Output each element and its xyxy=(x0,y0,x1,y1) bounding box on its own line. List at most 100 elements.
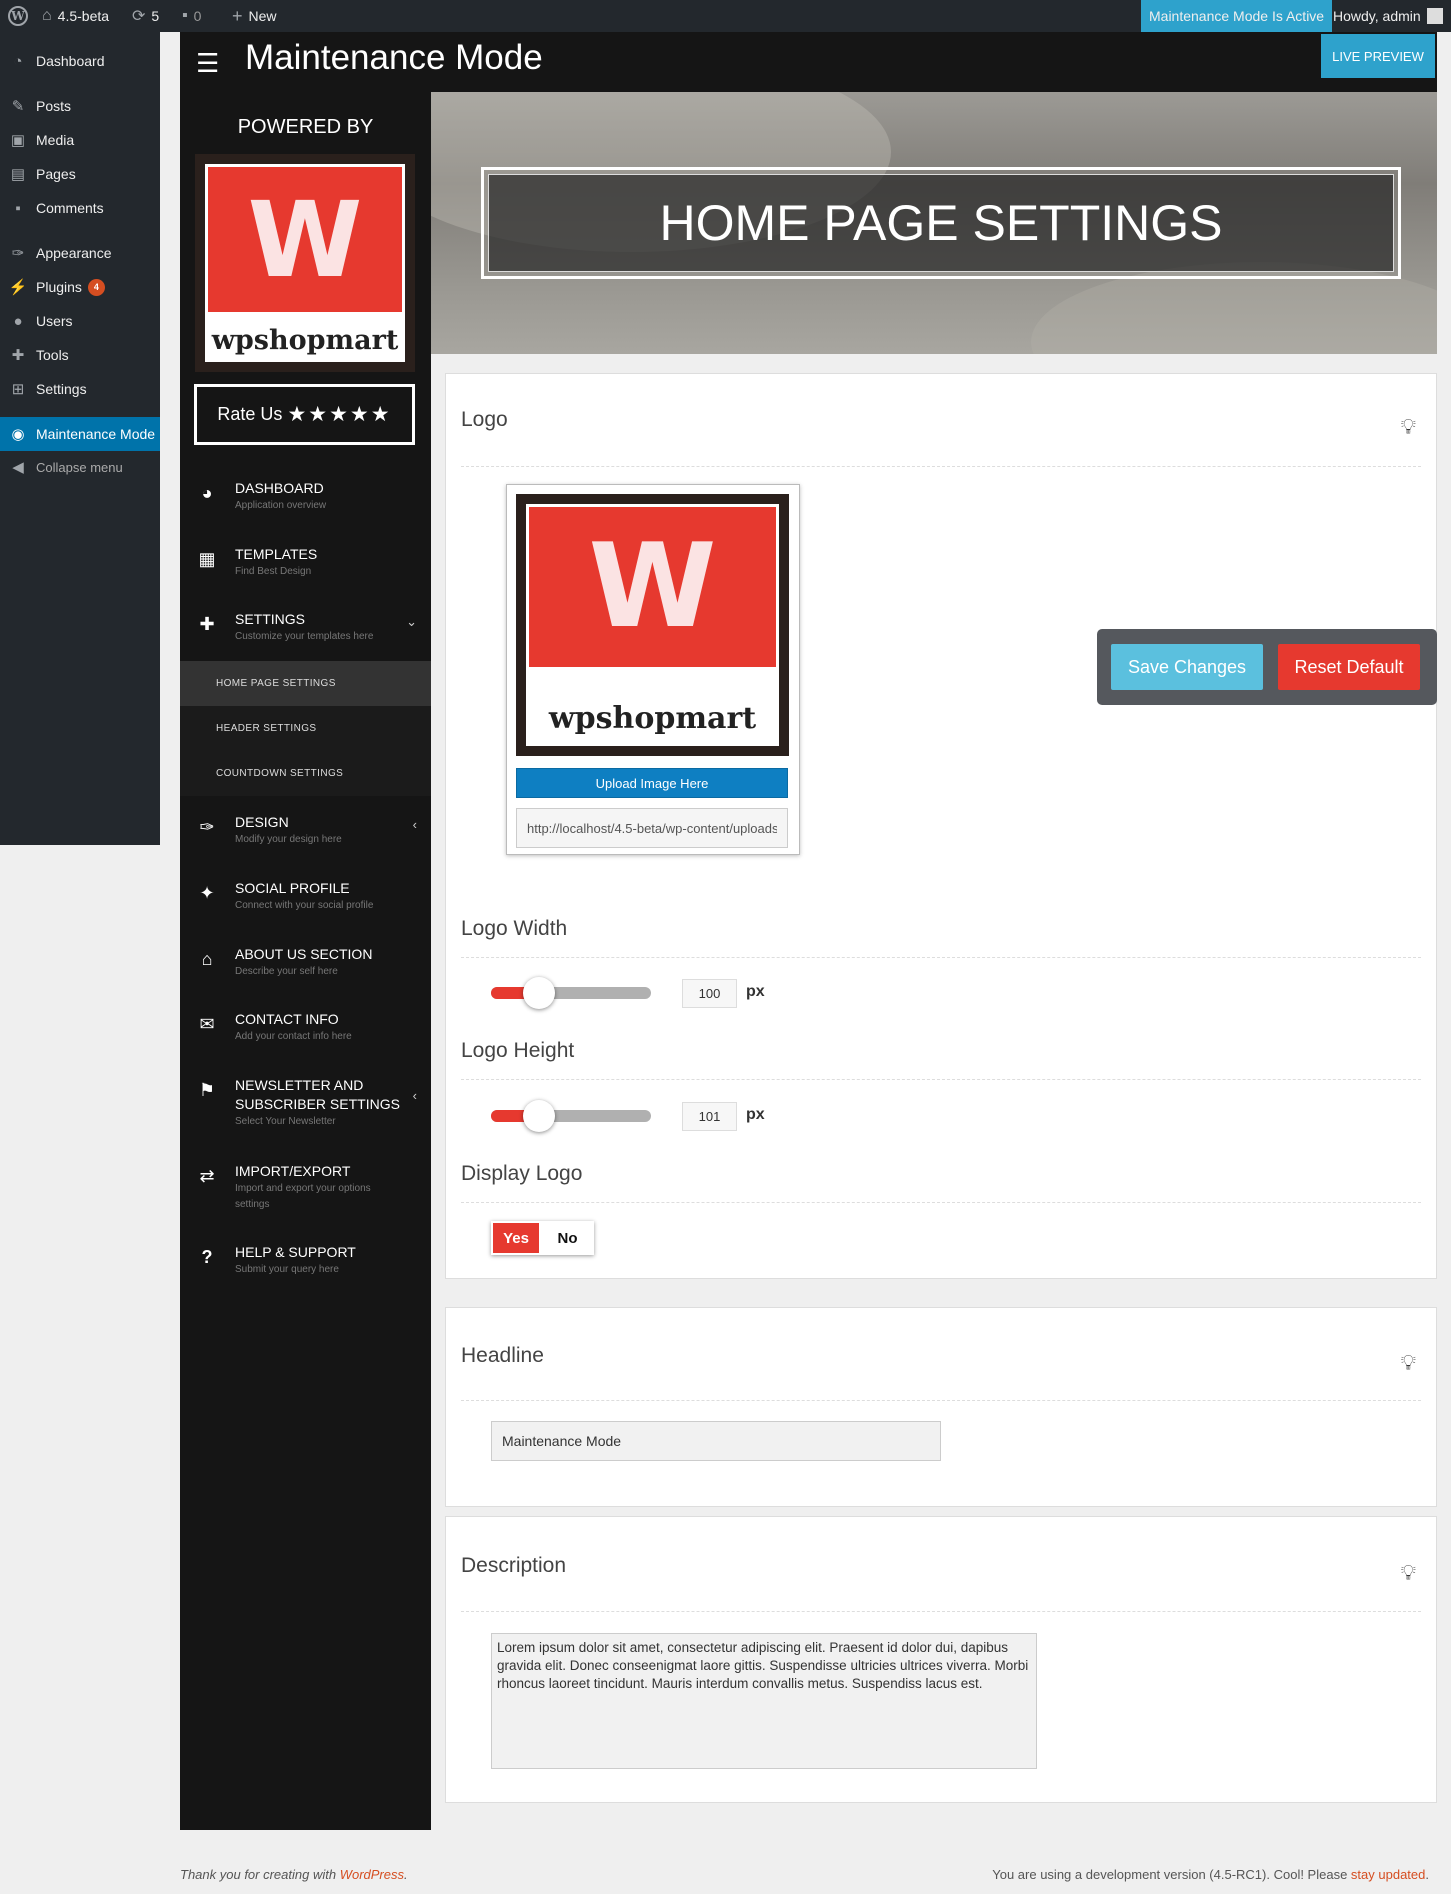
description-textarea[interactable]: Lorem ipsum dolor sit amet, consectetur … xyxy=(491,1633,1037,1769)
banner-title: HOME PAGE SETTINGS xyxy=(488,174,1394,272)
maintenance-active-badge[interactable]: Maintenance Mode Is Active xyxy=(1141,0,1333,32)
save-changes-button[interactable]: Save Changes xyxy=(1111,644,1263,690)
brush-icon: ✑ xyxy=(11,245,25,262)
menu-item-pages[interactable]: ▤ Pages xyxy=(0,157,160,191)
logo-width-unit: px xyxy=(746,983,765,1000)
updates-link[interactable]: ⟳ 5 xyxy=(132,0,159,32)
user-icon: ● xyxy=(13,312,23,330)
avatar xyxy=(1426,8,1443,24)
headline-section-title: Headline xyxy=(461,1344,544,1367)
lightbulb-icon[interactable]: 💡︎ xyxy=(1401,1560,1416,1586)
wrench-icon: ✚ xyxy=(11,347,25,364)
refresh-icon: ⟳ xyxy=(132,8,146,25)
menu-item-comments[interactable]: ▪ Comments xyxy=(0,191,160,225)
comment-icon: ▪ xyxy=(15,199,21,217)
subnav-header-settings[interactable]: HEADER SETTINGS xyxy=(180,706,431,751)
plugin-header: ☰ Maintenance Mode LIVE PREVIEW xyxy=(180,32,1437,92)
star-rating-icon: ★★★★★ xyxy=(287,403,392,426)
wp-admin-menu: ◔ Dashboard ✎ Posts ▣ Media ▤ Pages ▪ Comment… xyxy=(0,32,160,845)
divider xyxy=(461,1079,1421,1080)
nav-social-profile[interactable]: ✦ SOCIAL PROFILE Connect with your social … xyxy=(180,879,431,929)
reset-default-button[interactable]: Reset Default xyxy=(1278,644,1420,690)
sidebar-brand-logo[interactable]: W wpshopmart xyxy=(195,154,415,372)
chevron-left-icon: ‹ xyxy=(412,817,417,832)
envelope-icon: ✉ xyxy=(199,1014,215,1034)
eye-icon: ◉ xyxy=(11,426,25,443)
nav-help-support[interactable]: ? HELP & SUPPORT Submit your query here xyxy=(180,1243,431,1293)
divider xyxy=(461,1400,1421,1401)
wordpress-logo-icon[interactable]: W xyxy=(8,0,28,32)
subnav-countdown-settings[interactable]: COUNTDOWN SETTINGS xyxy=(180,751,431,796)
nav-settings[interactable]: ✚ SETTINGS Customize your templates here ⌄ xyxy=(180,610,431,660)
admin-bar: W ⌂ 4.5-beta ⟳ 5 ▪ 0 + New Maintenance Mode … xyxy=(0,0,1451,32)
footer-credit: Thank you for creating with WordPress. xyxy=(180,1867,408,1882)
nav-import-export[interactable]: ⇄ IMPORT/EXPORT Import and export your opt… xyxy=(180,1162,431,1222)
media-icon: ▣ xyxy=(10,132,26,149)
powered-by-label: POWERED BY xyxy=(237,116,374,138)
nav-dashboard[interactable]: ◕ DASHBOARD Application overview xyxy=(180,479,431,529)
menu-item-dashboard[interactable]: ◔ Dashboard xyxy=(0,44,160,78)
live-preview-button[interactable]: LIVE PREVIEW xyxy=(1321,34,1435,78)
menu-item-media[interactable]: ▣ Media xyxy=(0,123,160,157)
menu-item-maintenance-mode[interactable]: ◉ Maintenance Mode xyxy=(0,417,160,451)
plus-icon: + xyxy=(232,5,243,26)
pages-icon: ▤ xyxy=(10,166,26,183)
display-logo-label: Display Logo xyxy=(461,1162,583,1185)
nav-newsletter[interactable]: ⚑ NEWSLETTER AND SUBSCRIBER SETTINGS Select… xyxy=(180,1076,431,1140)
settings-icon: ⊞ xyxy=(11,381,25,398)
rate-us-button[interactable]: Rate Us ★★★★★ xyxy=(194,384,415,445)
logo-height-value[interactable]: 101 xyxy=(682,1102,737,1131)
logo-width-slider[interactable] xyxy=(491,977,651,1009)
description-section-title: Description xyxy=(461,1554,567,1577)
logo-url-field[interactable] xyxy=(516,808,788,848)
display-logo-toggle[interactable]: Yes No xyxy=(491,1221,594,1255)
wordpress-link[interactable]: WordPress xyxy=(340,1867,404,1882)
plugin-icon: ⚡ xyxy=(8,279,28,296)
menu-item-users[interactable]: ● Users xyxy=(0,304,160,338)
plugins-update-badge: 4 xyxy=(87,278,105,296)
logo-height-slider[interactable] xyxy=(491,1100,651,1132)
speedometer-icon: ◕ xyxy=(201,483,213,503)
logo-section-title: Logo xyxy=(461,408,508,431)
account-menu[interactable]: Howdy, admin xyxy=(1333,0,1443,32)
comments-link[interactable]: ▪ 0 xyxy=(182,0,201,32)
menu-item-appearance[interactable]: ✑ Appearance xyxy=(0,236,160,270)
lightbulb-icon[interactable]: 💡︎ xyxy=(1401,1350,1416,1376)
pin-icon: ✎ xyxy=(11,98,25,115)
site-name-link[interactable]: ⌂ 4.5-beta xyxy=(42,0,109,32)
menu-item-posts[interactable]: ✎ Posts xyxy=(0,89,160,123)
headline-input[interactable] xyxy=(491,1421,941,1461)
twitter-icon: ✦ xyxy=(199,883,215,903)
logo-preview-image: W wpshopmart xyxy=(516,494,789,756)
dashboard-icon: ◔ xyxy=(13,52,23,70)
nav-contact-info[interactable]: ✉ CONTACT INFO Add your contact info here xyxy=(180,1010,431,1060)
collapse-menu-button[interactable]: ◀ Collapse menu xyxy=(0,450,160,484)
plugin-sidebar: POWERED BY W wpshopmart Rate Us ★★★★★ ◕ D… xyxy=(180,92,431,1830)
collapse-icon: ◀ xyxy=(12,459,24,476)
comment-icon: ▪ xyxy=(182,7,188,24)
logo-settings-card: Logo 💡︎ W wpshopmart Upload Image Here L… xyxy=(445,373,1437,1279)
new-content-link[interactable]: + New xyxy=(232,0,277,32)
lightbulb-icon[interactable]: 💡︎ xyxy=(1401,414,1416,440)
menu-item-settings[interactable]: ⊞ Settings xyxy=(0,372,160,406)
logo-width-value[interactable]: 100 xyxy=(682,979,737,1008)
banner-title-box: HOME PAGE SETTINGS xyxy=(481,167,1401,279)
hamburger-menu-icon[interactable]: ☰ xyxy=(196,48,219,79)
nav-design[interactable]: ✑ DESIGN Modify your design here ‹ xyxy=(180,813,431,863)
nav-about-us[interactable]: ⌂ ABOUT US SECTION Describe your self here xyxy=(180,945,431,995)
toggle-no[interactable]: No xyxy=(541,1221,594,1255)
upload-image-button[interactable]: Upload Image Here xyxy=(516,768,788,798)
footer-version: You are using a development version (4.5… xyxy=(992,1867,1429,1882)
logo-height-slider-handle[interactable] xyxy=(523,1100,555,1132)
stay-updated-link[interactable]: stay updated xyxy=(1351,1867,1425,1882)
toggle-yes[interactable]: Yes xyxy=(491,1221,541,1255)
logo-width-slider-handle[interactable] xyxy=(523,977,555,1009)
wrench-icon: ✚ xyxy=(199,614,215,634)
home-icon: ⌂ xyxy=(201,949,213,969)
nav-templates[interactable]: ▦ TEMPLATES Find Best Design xyxy=(180,545,431,595)
subnav-home-page-settings[interactable]: HOME PAGE SETTINGS xyxy=(180,661,431,706)
description-settings-card: Description 💡︎ Lorem ipsum dolor sit ame… xyxy=(445,1516,1437,1803)
menu-item-tools[interactable]: ✚ Tools xyxy=(0,338,160,372)
menu-item-plugins[interactable]: ⚡ Plugins 4 xyxy=(0,270,160,304)
exchange-icon: ⇄ xyxy=(199,1166,215,1186)
